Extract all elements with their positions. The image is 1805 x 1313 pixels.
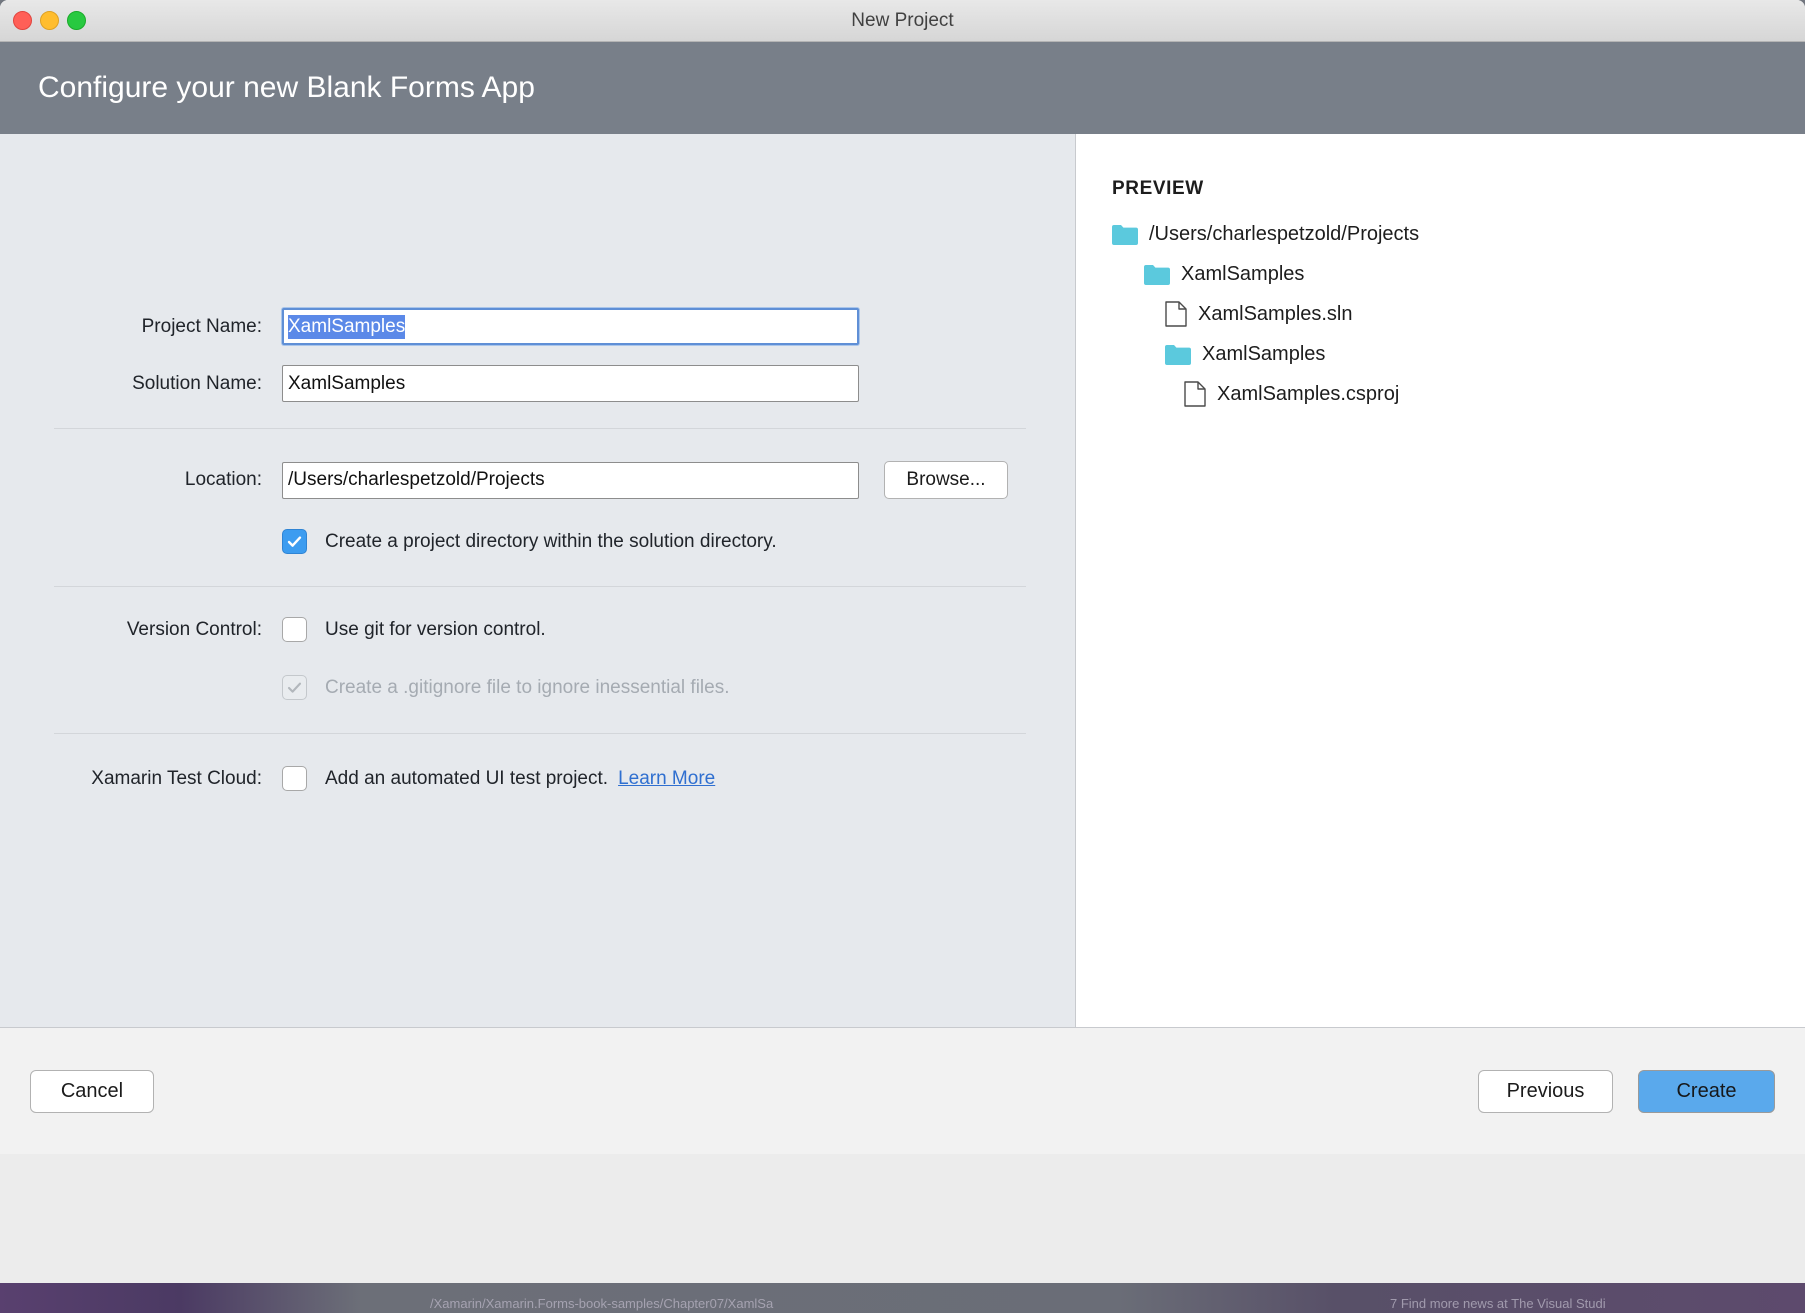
file-icon [1184,381,1206,407]
project-name-row: Project Name: XamlSamples [0,308,1075,345]
preview-tree-item: /Users/charlespetzold/Projects [1112,214,1805,254]
project-name-value: XamlSamples [288,315,405,339]
preview-tree-item: XamlSamples.sln [1112,294,1805,334]
background-bottom-strip: /Xamarin/Xamarin.Forms-book-samples/Chap… [0,1283,1805,1313]
divider-2 [54,586,1026,587]
browse-button[interactable]: Browse... [884,461,1008,499]
gitignore-checkbox [282,675,307,700]
preview-tree-label: XamlSamples [1202,343,1325,366]
folder-icon [1165,344,1191,365]
preview-tree-label: XamlSamples.csproj [1217,383,1399,406]
preview-tree-item: XamlSamples [1112,254,1805,294]
traffic-light-group [13,11,86,30]
location-input[interactable]: /Users/charlespetzold/Projects [282,462,859,499]
project-name-label: Project Name: [54,316,282,338]
close-icon[interactable] [13,11,32,30]
use-git-label: Use git for version control. [325,619,546,641]
test-cloud-label: Xamarin Test Cloud: [54,768,282,790]
create-button[interactable]: Create [1638,1070,1775,1113]
test-cloud-option-label: Add an automated UI test project. [325,768,608,790]
minimize-icon[interactable] [40,11,59,30]
sheet-header: Configure your new Blank Forms App [0,42,1805,134]
background-strip-right-text: 7 Find more news at The Visual Studi [1390,1296,1606,1311]
gitignore-label: Create a .gitignore file to ignore iness… [325,677,730,699]
project-directory-checkbox[interactable] [282,529,307,554]
solution-name-label: Solution Name: [54,373,282,395]
window-titlebar: New Project [0,0,1805,42]
form-pane: Project Name: XamlSamples Solution Name:… [0,134,1076,1027]
test-cloud-checkbox[interactable] [282,766,307,791]
solution-name-input[interactable]: XamlSamples [282,365,859,402]
divider-3 [54,733,1026,734]
preview-tree-label: /Users/charlespetzold/Projects [1149,223,1419,246]
solution-name-row: Solution Name: XamlSamples [0,365,1075,402]
sheet-body: Project Name: XamlSamples Solution Name:… [0,134,1805,1028]
file-icon [1165,301,1187,327]
folder-icon [1112,224,1138,245]
version-control-label: Version Control: [54,619,282,641]
previous-button[interactable]: Previous [1478,1070,1613,1113]
preview-tree-label: XamlSamples [1181,263,1304,286]
zoom-icon[interactable] [67,11,86,30]
window-title: New Project [0,0,1805,42]
learn-more-link[interactable]: Learn More [618,768,715,790]
test-cloud-row: Xamarin Test Cloud: Add an automated UI … [0,766,1075,791]
location-row: Location: /Users/charlespetzold/Projects… [0,461,1075,499]
divider-1 [54,428,1026,429]
cancel-button[interactable]: Cancel [30,1070,154,1113]
page-title: Configure your new Blank Forms App [38,71,535,105]
project-directory-row: Create a project directory within the so… [0,529,1075,554]
preview-tree-label: XamlSamples.sln [1198,303,1353,326]
project-directory-label: Create a project directory within the so… [325,531,777,553]
preview-pane: PREVIEW /Users/charlespetzold/Projects X… [1076,134,1805,1027]
gitignore-row: Create a .gitignore file to ignore iness… [0,675,1075,700]
preview-title: PREVIEW [1112,178,1805,200]
checkmark-icon [286,679,303,696]
solution-name-value: XamlSamples [288,373,405,395]
location-label: Location: [54,469,282,491]
checkmark-icon [286,533,303,550]
project-name-input[interactable]: XamlSamples [282,308,859,345]
preview-tree-item: XamlSamples [1112,334,1805,374]
dialog-footer: Cancel Previous Create [0,1028,1805,1154]
preview-tree-item: XamlSamples.csproj [1112,374,1805,414]
version-control-row: Version Control: Use git for version con… [0,617,1075,642]
new-project-window: New Project Configure your new Blank For… [0,0,1805,1300]
folder-icon [1144,264,1170,285]
use-git-checkbox[interactable] [282,617,307,642]
background-strip-left-text: /Xamarin/Xamarin.Forms-book-samples/Chap… [430,1296,773,1311]
location-value: /Users/charlespetzold/Projects [288,469,545,491]
